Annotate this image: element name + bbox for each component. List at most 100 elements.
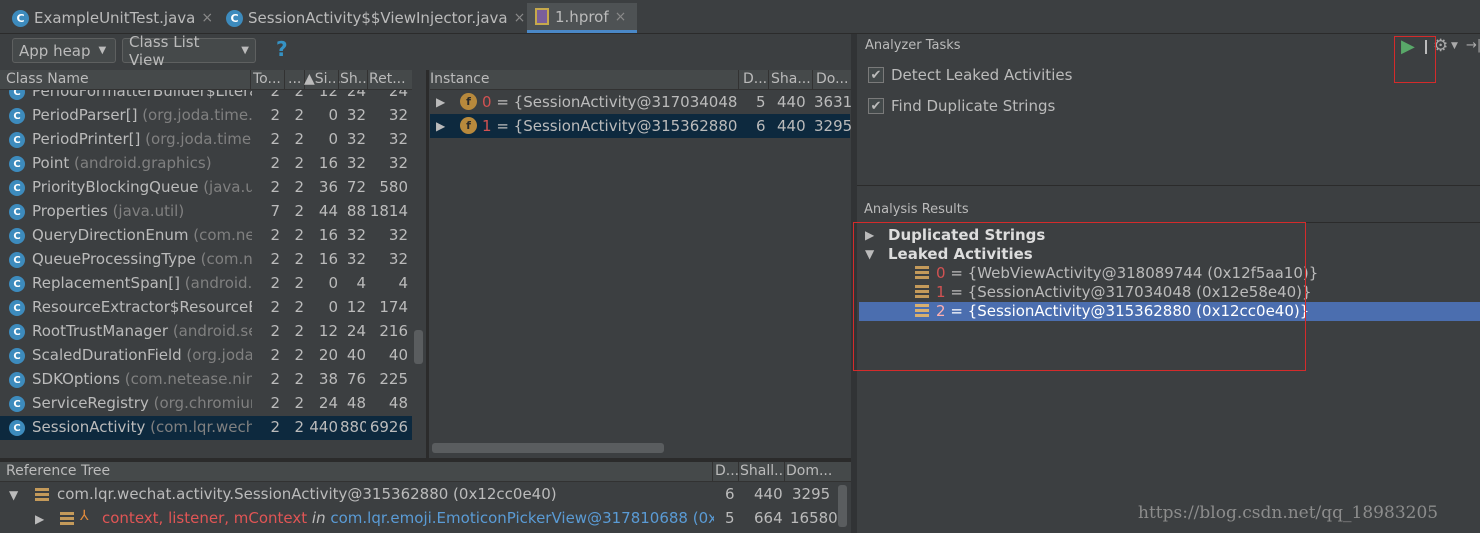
class-package: (com.net xyxy=(193,226,252,244)
class-c2-value: 2 xyxy=(294,90,304,100)
class-list-row[interactable]: C PriorityBlockingQueue (java.ut 22 36 72 580 xyxy=(0,176,412,200)
class-package: (org.joda.time.f xyxy=(137,106,252,124)
class-c2-value: 2 xyxy=(294,394,304,412)
scrollbar-thumb[interactable] xyxy=(838,485,847,527)
class-list-row[interactable]: C ServiceRegistry (org.chromiun 2 2 24 48 48 xyxy=(0,392,412,416)
class-c4-value: 40 xyxy=(346,346,366,364)
instance-table-header: Instance D... Sha... Do... xyxy=(430,70,851,90)
class-list-row[interactable]: C SDKOptions (com.netease.nim 2 2 38 76 225 xyxy=(0,368,412,392)
class-file-icon: C xyxy=(226,9,243,27)
class-c1-value: 2 xyxy=(270,250,280,268)
chevron-down-icon[interactable]: ▼ xyxy=(1451,41,1458,51)
reference-tree-row[interactable]: ▼ com.lqr.wechat.activity.SessionActivit… xyxy=(0,483,836,507)
class-c3-value: 24 xyxy=(318,394,338,412)
class-c5-value: 216 xyxy=(379,322,408,340)
class-c1-value: 2 xyxy=(270,90,280,100)
class-c3-value: 12 xyxy=(318,322,338,340)
col-shallow[interactable]: Shall... xyxy=(740,463,784,479)
class-simple-name: QueueProcessingType xyxy=(32,250,196,268)
col-sizeof[interactable]: ▲Si... xyxy=(304,71,340,87)
heap-selector[interactable]: App heap ▼ xyxy=(12,38,116,63)
class-name: PeriodFormatterBuilder$Litera xyxy=(32,90,252,100)
class-list-row[interactable]: C PeriodFormatterBuilder$Litera 2 2 12 24 24 xyxy=(0,90,412,104)
close-icon[interactable]: × xyxy=(201,10,213,26)
detect-leaked-activities-checkbox[interactable]: ✔ xyxy=(868,67,884,83)
class-c2-value: 2 xyxy=(294,226,304,244)
col-depth[interactable]: D... xyxy=(743,71,769,87)
class-c2-value: 2 xyxy=(294,178,304,196)
reference-tree-row[interactable]: ▶ ⅄ context, listener, mContext in com.l… xyxy=(0,507,838,531)
instance-icon xyxy=(60,512,74,526)
class-list-row[interactable]: C Point (android.graphics) 2 2 16 32 32 xyxy=(0,152,412,176)
highlight-box xyxy=(1394,36,1436,83)
scrollbar-thumb[interactable] xyxy=(414,330,423,364)
class-list-row[interactable]: C PeriodParser[] (org.joda.time.f 2 2 0 32 32 xyxy=(0,104,412,128)
tab-example-unit-test[interactable]: C ExampleUnitTest.java × xyxy=(4,3,221,33)
reference-tree-scrollbar[interactable] xyxy=(836,483,850,531)
tab-session-activity-view-injector[interactable]: C SessionActivity$$ViewInjector.java × xyxy=(218,3,533,33)
class-list-row[interactable]: C ScaledDurationField (org.joda. 2 2 20 40 40 xyxy=(0,344,412,368)
class-c5-value: 1814 xyxy=(369,202,408,220)
help-icon[interactable]: ? xyxy=(276,37,288,61)
reference-child-label: context, listener, mContext in com.lqr.e… xyxy=(102,509,714,527)
class-list-row[interactable]: C RootTrustManager (android.se 2 2 12 24 216 xyxy=(0,320,412,344)
instance-depth: 5 xyxy=(756,93,766,111)
class-simple-name: PeriodFormatterBuilder$Litera xyxy=(32,90,252,100)
col-total[interactable]: To... xyxy=(253,71,283,87)
close-icon[interactable]: × xyxy=(615,9,627,25)
class-name: SessionActivity (com.lqr.wecha xyxy=(32,418,252,436)
view-selector[interactable]: Class List View ▼ xyxy=(122,33,256,69)
class-list-row[interactable]: C QueryDirectionEnum (com.net 22 16 32 32 xyxy=(0,224,412,248)
col-dominating[interactable]: Dom... xyxy=(786,463,832,479)
class-c3-value: 38 xyxy=(318,370,338,388)
find-duplicate-strings-checkbox[interactable]: ✔ xyxy=(868,98,884,114)
hide-panel-icon[interactable]: →| xyxy=(1466,38,1480,53)
col-dominating-size[interactable]: Do... xyxy=(816,71,850,87)
class-list-row[interactable]: C PeriodPrinter[] (org.joda.time. 2 2 0 32 32 xyxy=(0,128,412,152)
class-list-row[interactable]: CReplacementSpan[] (android.te22044 xyxy=(0,272,412,296)
class-c1-value: 2 xyxy=(270,370,280,388)
class-c2-value: 2 xyxy=(294,298,304,316)
expand-arrow-icon[interactable]: ▶ xyxy=(436,119,445,133)
class-name: ServiceRegistry (org.chromiun xyxy=(32,394,252,412)
instance-row[interactable]: ▶ f 0 = {SessionActivity@317034048 (0 5 … xyxy=(430,90,852,114)
col-instance[interactable]: Instance xyxy=(430,71,490,87)
expand-arrow-icon[interactable]: ▶ xyxy=(35,512,44,526)
col-retained[interactable]: Ret... xyxy=(369,71,409,87)
editor-tab-bar: C ExampleUnitTest.java × C SessionActivi… xyxy=(0,0,1480,34)
class-name: QueryDirectionEnum (com.net xyxy=(32,226,252,244)
splitter[interactable] xyxy=(426,70,429,460)
class-name: RootTrustManager (android.se xyxy=(32,322,252,340)
col-depth[interactable]: D... xyxy=(715,463,739,479)
class-c3-value: 20 xyxy=(318,346,338,364)
col-reference-tree[interactable]: Reference Tree xyxy=(6,463,110,479)
class-list-row[interactable]: C SessionActivity (com.lqr.wecha 22 4408806… xyxy=(0,416,412,440)
class-c4-value: 32 xyxy=(346,154,366,172)
class-icon: C xyxy=(9,132,25,148)
class-c1-value: 2 xyxy=(270,106,280,124)
scrollbar-thumb[interactable] xyxy=(432,443,664,453)
class-c5-value: 4 xyxy=(398,274,408,292)
ref-shallow: 664 xyxy=(754,509,783,527)
class-c4-value: 4 xyxy=(356,274,366,292)
class-c4-value: 88 xyxy=(346,202,366,220)
col-shallow[interactable]: Sh... xyxy=(340,71,368,87)
instance-shallow: 440 xyxy=(777,93,806,111)
class-package: (org.joda.time. xyxy=(140,130,252,148)
class-list-row[interactable]: C Properties (java.util) 7 2 44 88 1814 xyxy=(0,200,412,224)
col-shallow-size[interactable]: Sha... xyxy=(771,71,811,87)
class-c5-value: 32 xyxy=(388,250,408,268)
class-package: (com.netease.nim xyxy=(119,370,252,388)
expand-arrow-icon[interactable]: ▶ xyxy=(436,95,445,109)
collapse-arrow-icon[interactable]: ▼ xyxy=(9,488,18,502)
highlight-box xyxy=(853,222,1306,371)
tab-hprof[interactable]: 1.hprof × xyxy=(527,3,637,33)
instance-hscrollbar[interactable] xyxy=(430,440,851,456)
instance-row[interactable]: ▶ f 1 = {SessionActivity@315362880 (0 6 … xyxy=(430,114,852,138)
col-class-name[interactable]: Class Name xyxy=(6,71,89,87)
class-list-scrollbar[interactable] xyxy=(412,90,426,440)
class-list-row[interactable]: C QueueProcessingType (com.nc 22 16 32 32 xyxy=(0,248,412,272)
class-c3-value: 0 xyxy=(328,298,338,316)
class-list-row[interactable]: C ResourceExtractor$ResourceE 2 2 0 12 174 xyxy=(0,296,412,320)
close-icon[interactable]: × xyxy=(514,10,526,26)
